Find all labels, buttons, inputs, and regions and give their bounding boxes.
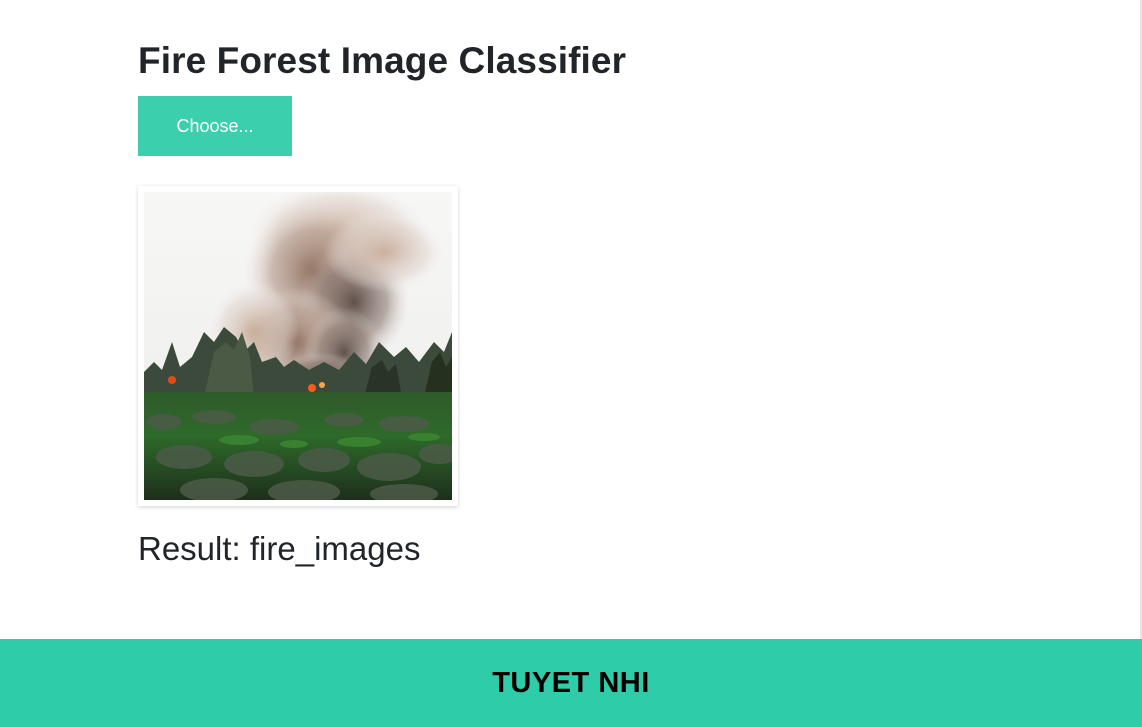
result-label: Result: fire_images [138,530,421,567]
page: Fire Forest Image Classifier Choose... R… [0,0,1142,727]
footer-text: TUYET NHI [492,666,650,699]
page-title: Fire Forest Image Classifier [138,40,627,81]
image-preview [138,186,458,506]
choose-file-button[interactable]: Choose... [138,96,292,156]
footer: TUYET NHI [0,639,1142,727]
uploaded-image [144,192,452,500]
